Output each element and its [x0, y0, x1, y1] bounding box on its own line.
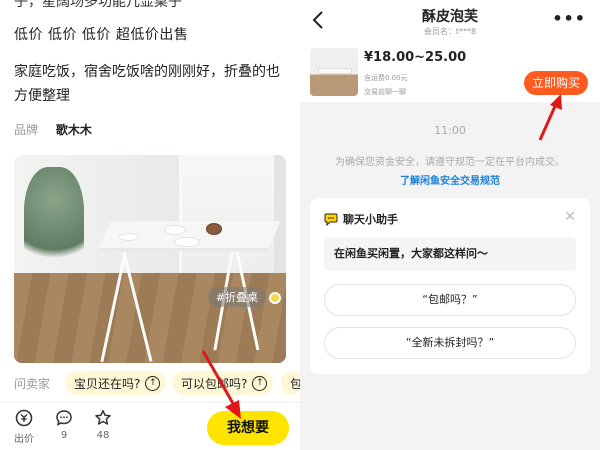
more-options-icon[interactable]: •••: [552, 11, 586, 27]
safety-rules-link[interactable]: 了解闲鱼安全交易规范: [300, 172, 600, 187]
bid-icon: [15, 409, 33, 427]
quick-question-chip[interactable]: 宝贝还在吗? ↑: [65, 371, 167, 395]
comment-button[interactable]: 9: [49, 409, 79, 441]
thumbnail-table: [318, 68, 352, 74]
assistant-chat-icon: [324, 213, 338, 226]
chip-label: 包: [290, 376, 300, 391]
safety-notice: 为确保您资金安全，请遵守规范一定在平台内成交。: [335, 157, 565, 168]
chat-pane: 酥皮泡芙 会员名：t***8 ••• ¥18.00~25.00 含运费0.00元…: [300, 0, 600, 450]
listing-pane: 子，星阔场多功能几显桌子 低价 低价 低价 超低价出售 家庭吃饭，宿舍吃饭啥的刚…: [0, 0, 300, 450]
bid-label: 出价: [14, 434, 34, 445]
star-icon: [95, 410, 111, 425]
photo-cake: [206, 223, 222, 235]
brand-label: 品牌: [14, 123, 39, 137]
bid-button[interactable]: 出价: [9, 409, 39, 445]
chip-label: 宝贝还在吗?: [74, 376, 141, 391]
product-photo[interactable]: #折叠桌: [14, 155, 286, 363]
comment-icon: [56, 410, 72, 426]
assistant-header: 聊天小助手: [324, 211, 398, 227]
photo-tag[interactable]: #折叠桌: [207, 287, 266, 307]
message-time: 11:00: [434, 124, 466, 137]
brand-value: 歌木木: [55, 123, 92, 137]
description-usage-text: 家庭吃饭，宿舍吃饭啥的刚刚好，折叠的也方便整理: [14, 64, 280, 104]
suggested-question[interactable]: “全新未拆封吗？”: [324, 327, 576, 359]
photo-plate: [174, 237, 200, 247]
favorite-count: 48: [96, 430, 110, 441]
item-price: ¥18.00~25.00: [364, 50, 467, 65]
assistant-title: 聊天小助手: [343, 213, 398, 226]
brand-row: 品牌 歌木木: [14, 121, 92, 138]
ask-seller-row: 问卖家 宝贝还在吗? ↑ 可以包邮吗? ↑ 包: [0, 371, 300, 395]
favorite-button[interactable]: 48: [88, 409, 118, 441]
bottom-action-bar: 出价 9 48 我想要: [0, 402, 300, 450]
description-price-line: 低价 低价 低价 超低价出售: [14, 27, 189, 43]
suggested-question[interactable]: “包邮吗？”: [324, 284, 576, 316]
comment-count: 9: [60, 430, 68, 441]
chat-first-hint: 交易前聊一聊: [364, 88, 406, 96]
ask-seller-label: 问卖家: [14, 377, 51, 391]
quick-question-chip[interactable]: 包: [281, 371, 300, 395]
photo-plate: [164, 225, 186, 235]
assistant-prompt: 在闲鱼买闲置，大家都这样问～: [324, 237, 576, 271]
close-icon[interactable]: ✕: [564, 209, 576, 225]
annotation-arrow: [201, 350, 241, 419]
annotation-arrow: [538, 94, 562, 141]
description-clipped-line: 子，星阔场多功能几显桌子: [14, 0, 182, 10]
photo-plant: [24, 167, 84, 277]
photo-plate: [119, 233, 139, 241]
item-thumbnail: [310, 48, 358, 96]
chat-header: 酥皮泡芙 会员名：t***8 •••: [300, 0, 600, 42]
shipping-fee: 含运费0.00元: [364, 74, 408, 82]
photo-tag-dot: [269, 292, 281, 304]
send-up-icon: ↑: [145, 375, 161, 391]
photo-window: [179, 155, 274, 275]
chat-assistant-card: 聊天小助手 ✕ 在闲鱼买闲置，大家都这样问～ “包邮吗？” “全新未拆封吗？”: [310, 198, 590, 374]
